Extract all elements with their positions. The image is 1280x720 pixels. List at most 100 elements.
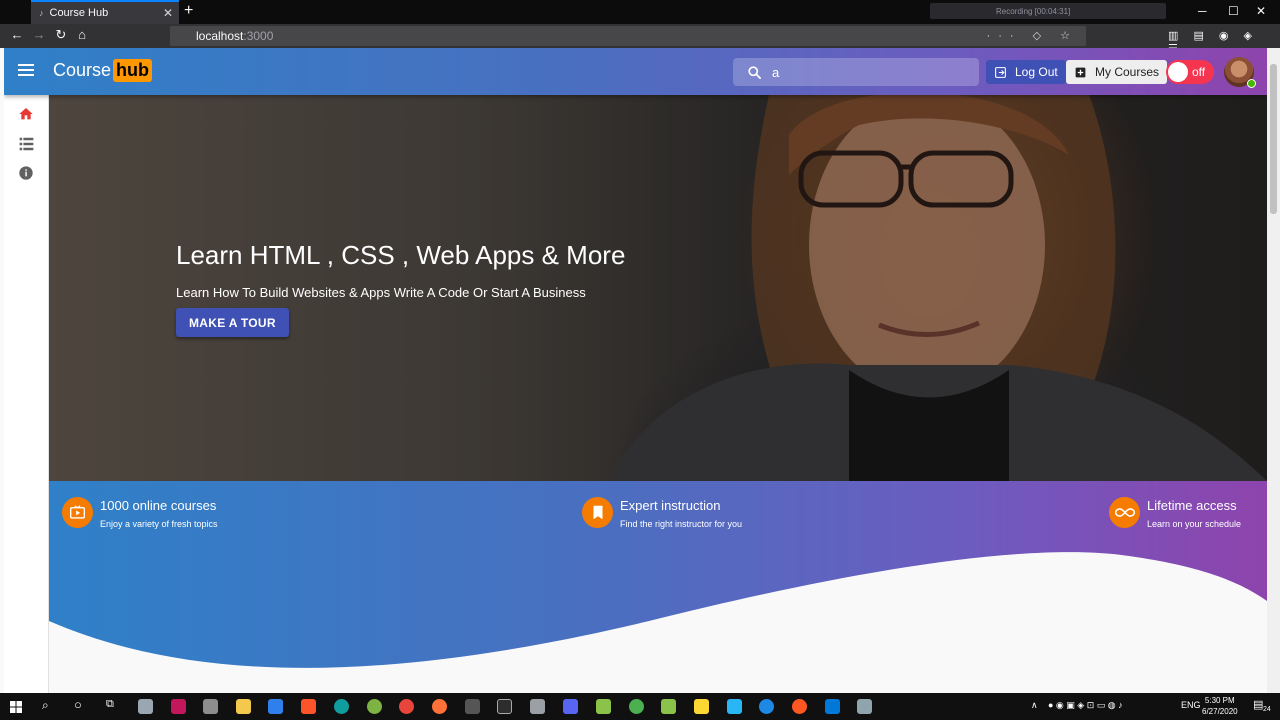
my-courses-button[interactable]: My Courses bbox=[1066, 60, 1168, 84]
task-view-icon[interactable]: ⧉ bbox=[106, 698, 114, 711]
feature-title: Lifetime access bbox=[1147, 498, 1237, 513]
app-icon[interactable] bbox=[792, 699, 807, 714]
maximize-icon[interactable]: ☐ bbox=[1228, 4, 1239, 18]
feature-expert-instruction: Expert instruction Find the right instru… bbox=[582, 497, 742, 529]
app-icon[interactable] bbox=[171, 699, 186, 714]
back-icon[interactable]: ← bbox=[8, 27, 26, 42]
search-taskbar-icon[interactable]: ⌕ bbox=[42, 698, 49, 713]
sidebar-item-info[interactable] bbox=[18, 165, 34, 181]
app-icon[interactable] bbox=[203, 699, 218, 714]
language-indicator[interactable]: ENG bbox=[1181, 700, 1201, 710]
reload-icon[interactable]: ↻ bbox=[52, 27, 70, 43]
close-window-icon[interactable]: ✕ bbox=[1256, 4, 1266, 18]
recording-text: Recording [00:04:31] bbox=[996, 6, 1071, 16]
bookmark-icon bbox=[582, 497, 613, 528]
tray-icons[interactable]: ● ◉ ▣ ◈ ⊡ ▭ ◍ ♪ bbox=[1048, 700, 1123, 711]
hero-title: Learn HTML , CSS , Web Apps & More bbox=[176, 240, 626, 270]
feature-lifetime-access: Lifetime access Learn on your schedule bbox=[1109, 497, 1241, 529]
minimize-icon[interactable]: ─ bbox=[1198, 4, 1207, 18]
clock-time: 5:30 PM bbox=[1204, 696, 1235, 705]
browser-tabstrip: ♪ Course Hub ✕ + Recording [00:04:31] ─ … bbox=[0, 0, 1280, 24]
recording-indicator: Recording [00:04:31] bbox=[930, 3, 1166, 19]
discord-icon[interactable] bbox=[563, 699, 578, 714]
toggle-label: off bbox=[1192, 65, 1206, 79]
app-icon[interactable] bbox=[268, 699, 283, 714]
app-icon[interactable] bbox=[138, 699, 153, 714]
app-icon[interactable] bbox=[629, 699, 644, 714]
clock-date: 6/27/2020 bbox=[1202, 707, 1238, 716]
home-browser-icon[interactable]: ⌂ bbox=[73, 27, 91, 42]
firefox-icon[interactable] bbox=[432, 699, 447, 714]
search-box[interactable] bbox=[733, 58, 979, 86]
url-port: :3000 bbox=[243, 29, 274, 43]
search-input[interactable] bbox=[772, 64, 962, 80]
cortana-icon[interactable]: ○ bbox=[74, 697, 82, 712]
logout-icon bbox=[995, 66, 1006, 78]
edge-icon[interactable] bbox=[334, 699, 349, 714]
sidebar bbox=[4, 95, 49, 693]
make-a-tour-button[interactable]: MAKE A TOUR bbox=[176, 308, 289, 337]
online-status-badge bbox=[1247, 79, 1256, 88]
windows-start-icon[interactable] bbox=[10, 701, 22, 713]
url-host: localhost bbox=[196, 29, 244, 43]
my-courses-label: My Courses bbox=[1095, 65, 1160, 79]
tv-play-icon bbox=[62, 497, 93, 528]
app-icon[interactable] bbox=[727, 699, 742, 714]
features-section: 1000 online courses Enjoy a variety of f… bbox=[49, 481, 1267, 693]
app-icon[interactable] bbox=[596, 699, 611, 714]
logo-course-text: Course bbox=[53, 60, 112, 80]
scrollbar-thumb[interactable] bbox=[1270, 64, 1277, 214]
url-actions-icons[interactable]: ··· ◇ ☆ bbox=[987, 29, 1078, 42]
windows-taskbar: ⌕ ○ ⧉ ∧ ● ◉ ▣ ◈ ⊡ ▭ ◍ ♪ ENG 5:30 PM 6/27… bbox=[0, 693, 1280, 720]
home-icon bbox=[19, 108, 33, 120]
taskbar-clock[interactable]: 5:30 PM 6/27/2020 bbox=[1202, 695, 1238, 717]
forward-icon[interactable]: → bbox=[30, 27, 48, 42]
vscode-icon[interactable] bbox=[825, 699, 840, 714]
theme-toggle[interactable]: off bbox=[1166, 60, 1214, 84]
logo[interactable]: Course hub bbox=[53, 59, 153, 82]
brave-icon[interactable] bbox=[301, 699, 316, 714]
tab-title: Course Hub bbox=[49, 7, 109, 19]
feature-desc: Find the right instructor for you bbox=[620, 519, 743, 529]
logo-hub-text: hub bbox=[113, 59, 153, 82]
new-tab-button[interactable]: + bbox=[184, 2, 193, 20]
hero-banner: Learn HTML , CSS , Web Apps & More Learn… bbox=[49, 95, 1267, 481]
feature-online-courses: 1000 online courses Enjoy a variety of f… bbox=[62, 497, 218, 529]
sidebar-item-list[interactable] bbox=[18, 136, 34, 152]
feature-desc: Learn on your schedule bbox=[1147, 519, 1242, 529]
tab-favicon-icon: ♪ bbox=[39, 8, 44, 18]
sidebar-item-home[interactable] bbox=[18, 106, 34, 122]
app-icon[interactable] bbox=[694, 699, 709, 714]
list-icon bbox=[19, 137, 33, 151]
tab-close-icon[interactable]: ✕ bbox=[163, 6, 173, 20]
toggle-knob bbox=[1168, 62, 1188, 82]
menu-icon[interactable] bbox=[18, 64, 34, 76]
notification-count: 24 bbox=[1263, 706, 1271, 713]
app-icon[interactable] bbox=[367, 699, 382, 714]
infinity-icon bbox=[1109, 497, 1140, 528]
notifications-icon[interactable]: ▤ bbox=[1253, 698, 1263, 711]
app-icon[interactable] bbox=[857, 699, 872, 714]
course-hub-app: Course hub Log Out My Courses off bbox=[4, 48, 1267, 693]
hero-subtitle: Learn How To Build Websites & Apps Write… bbox=[176, 285, 586, 300]
logout-button[interactable]: Log Out bbox=[986, 60, 1066, 84]
app-icon[interactable] bbox=[530, 699, 545, 714]
search-icon bbox=[748, 65, 761, 79]
avatar[interactable] bbox=[1224, 57, 1256, 88]
logout-label: Log Out bbox=[1015, 65, 1058, 79]
page-scrollbar[interactable] bbox=[1267, 48, 1280, 693]
app-icon[interactable] bbox=[465, 699, 480, 714]
url-bar[interactable]: localhost:3000 ··· ◇ ☆ bbox=[170, 26, 1086, 46]
messenger-icon[interactable] bbox=[759, 699, 774, 714]
tray-chevron-icon[interactable]: ∧ bbox=[1031, 700, 1038, 711]
app-bar: Course hub Log Out My Courses off bbox=[4, 48, 1267, 95]
chrome-icon[interactable] bbox=[399, 699, 414, 714]
browser-tab[interactable]: ♪ Course Hub ✕ bbox=[31, 0, 179, 24]
app-icon[interactable] bbox=[661, 699, 676, 714]
feature-title: 1000 online courses bbox=[100, 498, 217, 513]
terminal-icon[interactable] bbox=[497, 699, 512, 714]
feature-title: Expert instruction bbox=[620, 498, 721, 513]
file-explorer-icon[interactable] bbox=[236, 699, 251, 714]
info-icon bbox=[19, 166, 33, 180]
feature-desc: Enjoy a variety of fresh topics bbox=[100, 519, 218, 529]
